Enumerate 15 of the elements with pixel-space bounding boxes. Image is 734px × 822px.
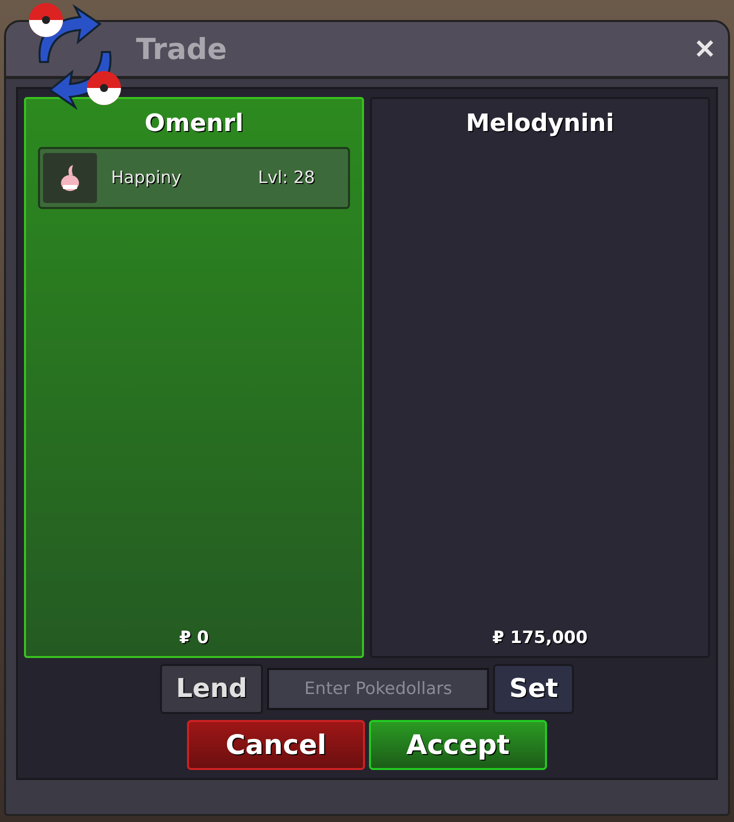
close-button[interactable]: ✕	[690, 34, 720, 64]
pokemon-sprite-icon	[59, 163, 81, 193]
pokemon-item[interactable]: Happiny Lvl: 28	[38, 147, 350, 209]
pokedollars-field[interactable]: Enter Pokedollars	[267, 668, 490, 710]
money-amount: ₽ 175,000	[491, 628, 589, 648]
player-name: Omenrl	[144, 109, 244, 137]
set-button[interactable]: Set	[493, 664, 574, 714]
pokemon-level: Lvl: 28	[258, 168, 315, 188]
cancel-button[interactable]: Cancel	[187, 720, 365, 770]
player-name: Melodynini	[464, 109, 616, 137]
lend-button[interactable]: Lend	[160, 664, 264, 714]
money-amount: ₽ 0	[178, 628, 210, 648]
window-title: Trade	[136, 32, 228, 66]
accept-button[interactable]: Accept	[369, 720, 547, 770]
pokemon-name: Happiny	[111, 168, 182, 188]
